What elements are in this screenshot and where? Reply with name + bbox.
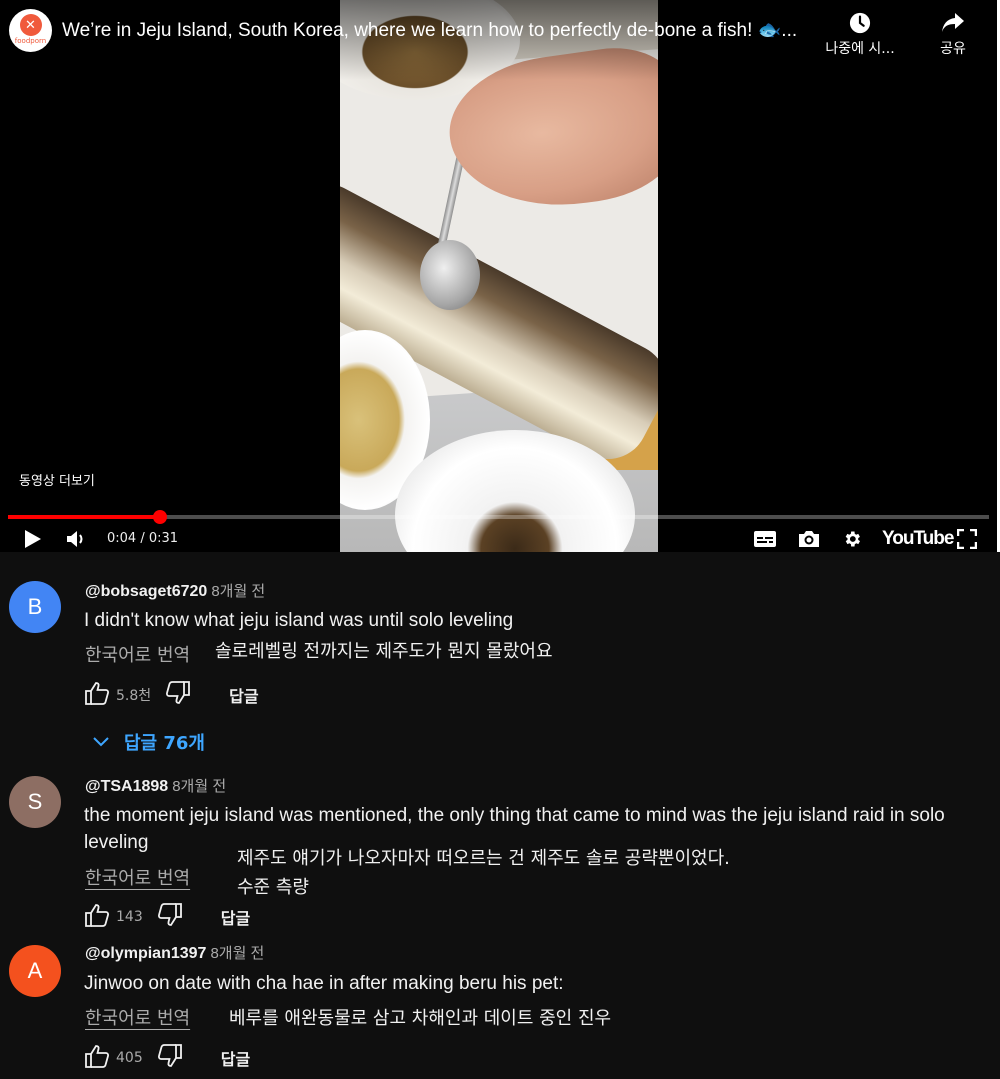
video-spoon (420, 240, 480, 310)
volume-icon[interactable] (66, 525, 88, 552)
thumbs-up-icon[interactable] (84, 903, 110, 931)
scrubber-handle[interactable] (152, 510, 167, 524)
time-display: 0:04 / 0:31 (107, 531, 179, 546)
comment-actions: 143 답글 (84, 903, 250, 931)
translated-text: 베루를 애완동물로 삼고 차해인과 데이트 중인 진우 (229, 1008, 612, 1029)
clock-icon (815, 8, 905, 38)
video-title[interactable]: We’re in Jeju Island, South Korea, where… (62, 18, 807, 42)
author-handle[interactable]: @TSA1898 (85, 778, 168, 795)
translated-text: 솔로레벨링 전까지는 제주도가 뭔지 몰랐어요 (215, 641, 553, 662)
food-pin-icon: ✕ (19, 14, 42, 36)
progress-bar[interactable] (8, 510, 989, 524)
comment-text: I didn't know what jeju island was until… (84, 610, 514, 631)
thumbs-down-icon[interactable] (157, 1044, 183, 1072)
translate-link[interactable]: 한국어로 번역 (85, 1004, 190, 1030)
play-icon[interactable] (24, 525, 42, 552)
author-handle[interactable]: @olympian1397 (85, 945, 206, 962)
thumbs-up-icon[interactable] (84, 1044, 110, 1072)
video-player[interactable]: ✕ foodporn We’re in Jeju Island, South K… (0, 0, 997, 552)
avatar[interactable]: S (9, 776, 61, 828)
comments-section: B @bobsaget6720 8개월 전 I didn't know what … (0, 552, 1000, 1079)
chevron-down-icon (93, 737, 109, 747)
channel-avatar[interactable]: ✕ foodporn (9, 9, 52, 52)
settings-gear-icon[interactable] (842, 525, 862, 552)
comment-text: Jinwoo on date with cha hae in after mak… (84, 973, 564, 994)
youtube-logo[interactable]: YouTube (882, 525, 954, 552)
reply-button[interactable]: 답글 (221, 1046, 250, 1070)
thumbs-down-icon[interactable] (157, 903, 183, 931)
video-frame[interactable] (340, 0, 658, 552)
reply-button[interactable]: 답글 (221, 905, 250, 929)
watch-later-button[interactable]: 나중에 시... (815, 8, 905, 58)
replies-count-label[interactable]: 답글 76개 (124, 729, 205, 755)
view-replies-button[interactable]: 답글 76개 (92, 729, 205, 755)
comment-actions: 5.8천 답글 (84, 681, 259, 709)
comment-age[interactable]: 8개월 전 (211, 583, 265, 600)
thumbs-down-icon[interactable] (165, 681, 191, 709)
comment-author[interactable]: @bobsaget6720 8개월 전 (85, 580, 265, 601)
share-label: 공유 (940, 41, 966, 57)
reply-button[interactable]: 답글 (229, 683, 258, 707)
more-videos-link[interactable]: 동영상 더보기 (19, 470, 95, 489)
subtitles-icon[interactable] (754, 525, 776, 552)
watch-later-label: 나중에 시... (825, 41, 895, 57)
share-button[interactable]: 공유 (922, 8, 984, 58)
player-controls: 0:04 / 0:31 YouTube (0, 525, 997, 552)
comment-age[interactable]: 8개월 전 (210, 945, 264, 962)
camera-icon[interactable] (797, 525, 821, 552)
progress-played (8, 515, 160, 519)
translated-text: 제주도 얘기가 나오자마자 떠오르는 건 제주도 솔로 공략뿐이었다. 수준 측… (237, 848, 730, 898)
channel-logo-text: foodporn (14, 37, 47, 45)
like-count: 143 (116, 909, 143, 925)
comment-author[interactable]: @olympian1397 8개월 전 (85, 942, 264, 963)
like-count: 5.8천 (116, 688, 152, 704)
like-count: 405 (116, 1050, 143, 1066)
thumbs-up-icon[interactable] (84, 681, 110, 709)
avatar[interactable]: B (9, 581, 61, 633)
comment-actions: 405 답글 (84, 1044, 250, 1072)
translate-link[interactable]: 한국어로 번역 (85, 641, 190, 667)
translate-link[interactable]: 한국어로 번역 (85, 864, 190, 890)
avatar[interactable]: A (9, 945, 61, 997)
author-handle[interactable]: @bobsaget6720 (85, 583, 207, 600)
comment-author[interactable]: @TSA1898 8개월 전 (85, 775, 226, 796)
comment-age[interactable]: 8개월 전 (172, 778, 226, 795)
fullscreen-icon[interactable] (957, 525, 977, 552)
share-arrow-icon (922, 8, 984, 38)
